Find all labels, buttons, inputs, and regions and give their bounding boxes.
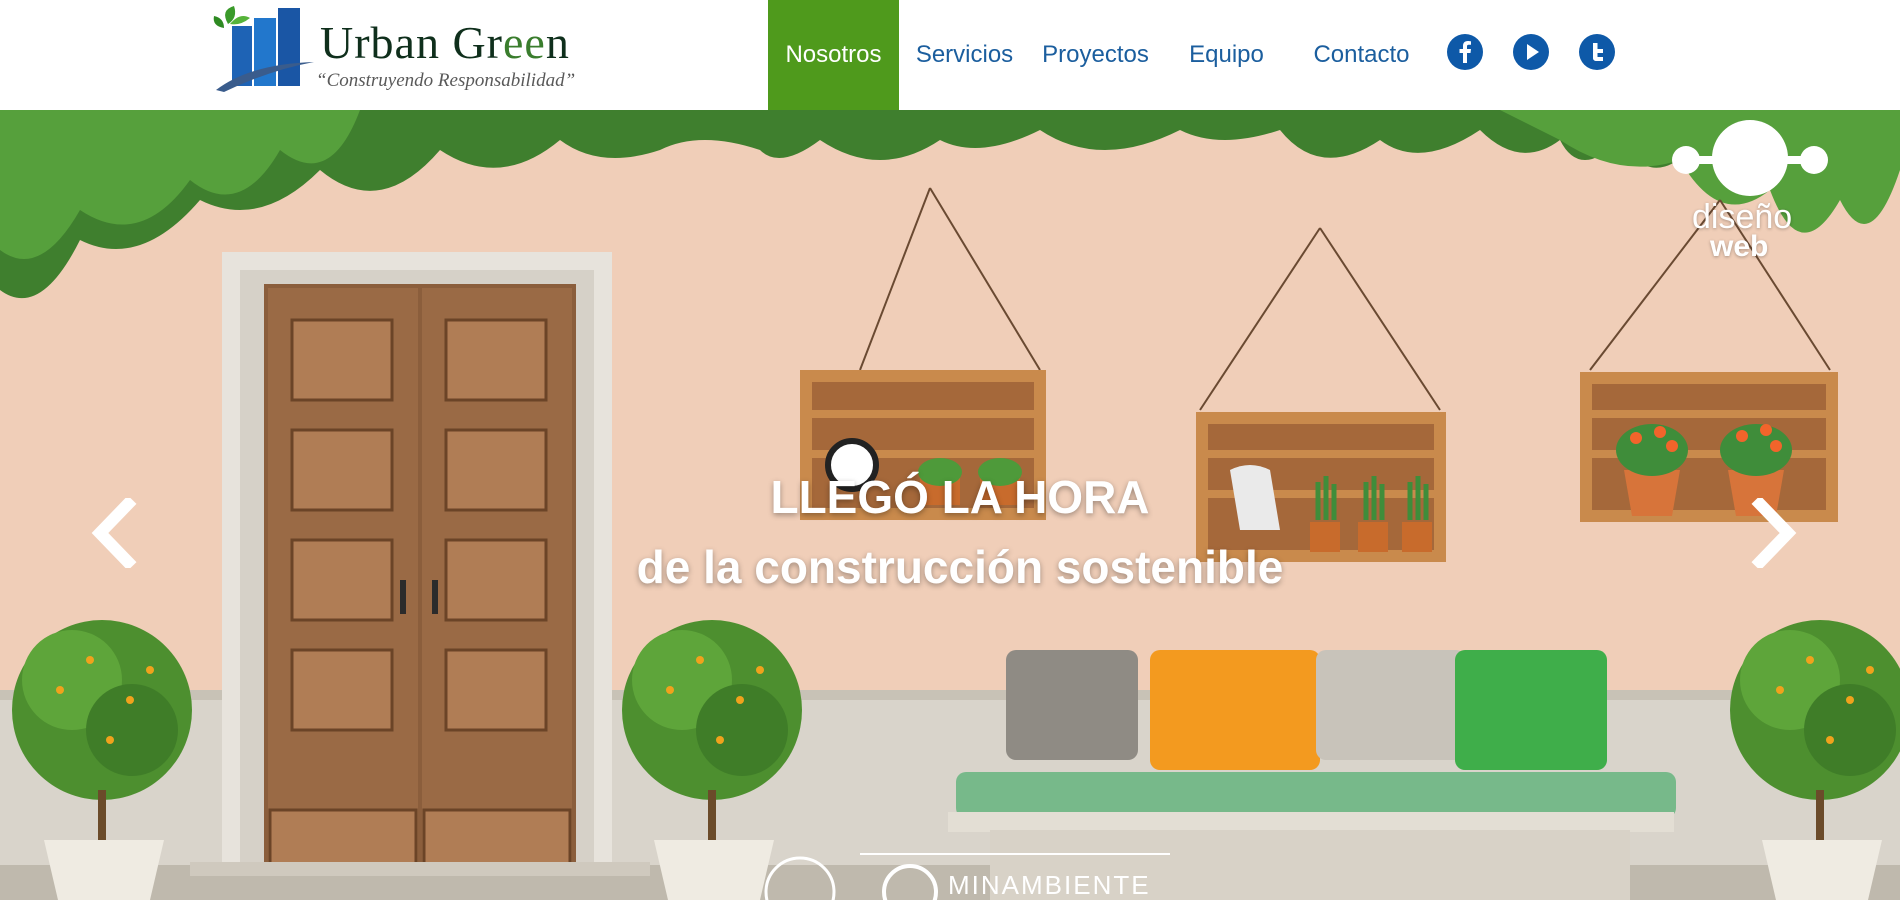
nav-item-nosotros[interactable]: Nosotros (768, 0, 899, 110)
urban-green-logo[interactable]: Urban Green “Construyendo Responsabilida… (210, 0, 610, 100)
play-icon[interactable] (1513, 34, 1549, 70)
chevron-right-icon[interactable] (1748, 495, 1800, 571)
social-links (1447, 34, 1615, 70)
main-nav: Nosotros Servicios Proyectos Equipo Cont… (768, 0, 1431, 110)
partner-logo-text: MINAMBIENTE (948, 870, 1151, 900)
nav-item-servicios[interactable]: Servicios (899, 0, 1030, 110)
site-header: Urban Green “Construyendo Responsabilida… (0, 0, 1900, 110)
nav-item-equipo[interactable]: Equipo (1161, 0, 1292, 110)
twitter-icon[interactable] (1579, 34, 1615, 70)
chevron-left-icon[interactable] (88, 495, 140, 571)
hero-slider: LLEGÓ LA HORA de la construcción sosteni… (0, 110, 1900, 900)
facebook-icon[interactable] (1447, 34, 1483, 70)
diseno-web-watermark: diseño web (1670, 118, 1830, 263)
logo-buildings-icon (213, 6, 314, 92)
nav-item-proyectos[interactable]: Proyectos (1030, 0, 1161, 110)
watermark-text-web: web (1710, 230, 1769, 263)
logo-wordmark: Urban Green (320, 17, 570, 68)
hero-headline: LLEGÓ LA HORA (770, 471, 1150, 523)
logo-tagline: “Construyendo Responsabilidad” (316, 70, 576, 91)
hero-subheadline: de la construcción sostenible (636, 541, 1284, 593)
watermark-logo-icon (1672, 120, 1828, 196)
nav-item-contacto[interactable]: Contacto (1292, 0, 1431, 110)
